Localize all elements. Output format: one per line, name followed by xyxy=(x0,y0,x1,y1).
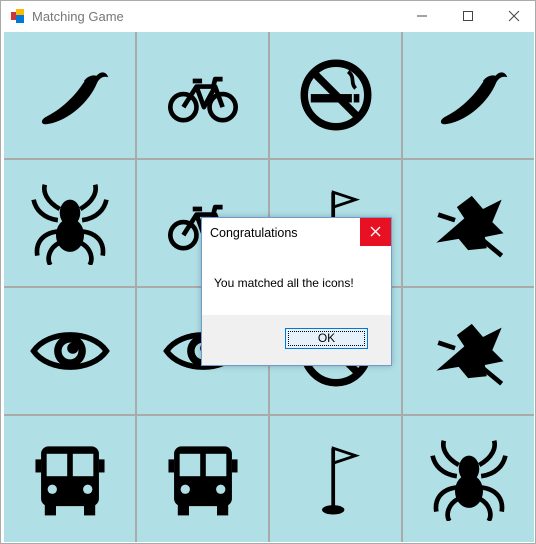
title-bar[interactable]: Matching Game xyxy=(1,1,535,32)
maximize-button[interactable] xyxy=(445,1,491,32)
dialog-message: You matched all the icons! xyxy=(214,276,354,290)
ok-button[interactable]: OK xyxy=(285,328,368,349)
window-title: Matching Game xyxy=(32,9,124,24)
eye-icon xyxy=(29,332,110,370)
close-icon xyxy=(508,10,520,22)
chili-pepper-icon xyxy=(440,72,507,125)
congratulations-dialog: Congratulations You matched all the icon… xyxy=(201,217,392,366)
card-cell[interactable] xyxy=(403,160,534,286)
dialog-close-button[interactable] xyxy=(360,218,391,246)
card-cell[interactable] xyxy=(4,160,135,286)
close-button[interactable] xyxy=(491,1,536,32)
card-cell[interactable] xyxy=(270,416,401,542)
card-cell[interactable] xyxy=(403,288,534,414)
card-cell[interactable] xyxy=(403,32,534,158)
minimize-icon xyxy=(417,15,427,17)
card-cell[interactable] xyxy=(137,32,268,158)
spider-man-icon xyxy=(435,195,504,258)
dialog-title: Congratulations xyxy=(210,226,298,240)
card-cell[interactable] xyxy=(403,416,534,542)
bus-icon xyxy=(167,446,238,516)
spider-man-icon xyxy=(435,323,504,386)
bicycle-icon xyxy=(167,76,238,123)
card-cell[interactable] xyxy=(4,416,135,542)
minimize-button[interactable] xyxy=(399,1,445,32)
bus-icon xyxy=(34,446,105,516)
maximize-icon xyxy=(463,11,473,21)
no-smoking-icon xyxy=(300,59,371,131)
card-cell[interactable] xyxy=(4,288,135,414)
spider-icon xyxy=(30,184,109,265)
chili-pepper-icon xyxy=(41,72,108,125)
dialog-footer: OK xyxy=(202,315,391,365)
spider-icon xyxy=(429,440,508,521)
golf-flag-icon xyxy=(321,446,360,515)
card-cell[interactable] xyxy=(4,32,135,158)
app-window: Matching Game Congratulations You matche… xyxy=(0,0,536,544)
app-icon xyxy=(11,9,25,23)
close-icon xyxy=(370,226,381,237)
card-cell[interactable] xyxy=(270,32,401,158)
card-cell[interactable] xyxy=(137,416,268,542)
